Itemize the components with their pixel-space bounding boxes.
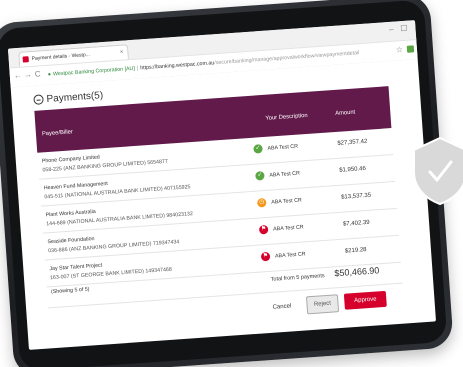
- back-icon[interactable]: ←: [14, 71, 23, 81]
- payee-name: Seaside Foundation: [47, 236, 95, 246]
- address-bar-row: ← → C ● Westpac Banking Corporation [AU] |…: [9, 39, 418, 88]
- column-header-payee: Payee/Biller: [41, 129, 74, 138]
- page-title-text: Payments(5): [46, 90, 104, 106]
- url-separator: |: [136, 65, 139, 72]
- payments-table: Phone Company Limited 058-225 (ANZ BANKI…: [37, 128, 401, 288]
- tablet-screen: Payment details - Westp... × – ☐ ← → C ●…: [7, 20, 437, 350]
- tab-close-icon[interactable]: ×: [119, 46, 124, 61]
- total-label: Total from 5 payments: [270, 273, 325, 283]
- forward-icon[interactable]: →: [23, 70, 32, 80]
- showing-count: (Showing 5 of 5): [50, 286, 90, 296]
- shield-shape: [413, 136, 463, 206]
- device-scene: Payment details - Westp... × – ☐ ← → C ●…: [0, 0, 463, 367]
- bookmark-star-icon[interactable]: ☆: [395, 45, 403, 54]
- reload-icon[interactable]: C: [34, 69, 40, 78]
- column-header-amount: Amount: [335, 109, 356, 117]
- payee-name: Plant Works Australia: [45, 208, 96, 219]
- payment-description: ABA Test CR: [267, 143, 299, 152]
- ev-certificate-label: Westpac Banking Corporation [AU]: [52, 65, 136, 78]
- collapse-icon[interactable]: [33, 94, 44, 105]
- tab-title: Payment details - Westp...: [31, 51, 91, 62]
- payment-description: ABA Test CR: [272, 224, 304, 233]
- lock-icon: ●: [47, 71, 52, 78]
- payment-amount: $13,537.35: [340, 192, 372, 201]
- pending-clock-icon: ◷: [256, 197, 267, 208]
- maximize-icon[interactable]: ☐: [400, 24, 408, 33]
- approved-thumb-icon: ✓: [255, 171, 265, 181]
- cancel-button[interactable]: Cancel: [272, 303, 291, 310]
- payee-name: Jay Star Talent Project: [49, 262, 103, 273]
- payment-amount: $219.28: [344, 247, 367, 255]
- extension-icon[interactable]: [406, 45, 415, 53]
- payment-description: ABA Test CR: [269, 170, 301, 179]
- approve-button[interactable]: Approve: [343, 290, 387, 310]
- flag-icon: ⚑: [258, 224, 269, 235]
- payment-amount: $1,950.46: [339, 165, 367, 174]
- security-shield-icon: [413, 136, 463, 206]
- total-value: $50,466.90: [334, 265, 380, 279]
- payment-description: ABA Test CR: [271, 197, 302, 206]
- page-title: Payments(5): [33, 90, 104, 106]
- payment-description: ABA Test CR: [274, 251, 306, 260]
- url-path: /secure/banking/manage/approvalworkflow/…: [214, 50, 360, 67]
- column-header-description: Your Description: [265, 112, 308, 122]
- payee-name: Phone Company Limited: [41, 154, 100, 165]
- approved-thumb-icon: ✓: [253, 144, 263, 154]
- westpac-favicon-icon: [22, 56, 29, 63]
- url-host: https://banking.westpac.com.au: [140, 60, 215, 72]
- minimize-icon[interactable]: –: [389, 25, 394, 34]
- flag-icon: ⚑: [260, 251, 271, 262]
- reject-button[interactable]: Reject: [305, 294, 340, 315]
- payment-amount: $7,402.39: [342, 219, 370, 228]
- payment-amount: $27,357.42: [337, 138, 368, 147]
- tablet-frame: Payment details - Westp... × – ☐ ← → C ●…: [0, 0, 454, 367]
